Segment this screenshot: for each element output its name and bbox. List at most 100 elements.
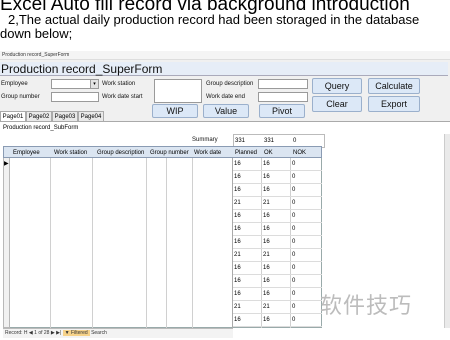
table-row[interactable]: 21 21 0	[233, 249, 322, 262]
table-row[interactable]: 16 16 0	[233, 314, 322, 327]
cell-planned: 16	[234, 317, 241, 323]
work-date-start-label: Work date start	[102, 94, 143, 100]
summary-label: Summary	[192, 137, 218, 143]
tab-page02[interactable]: Page02	[26, 111, 52, 121]
grid-divider	[50, 158, 51, 328]
cell-ok: 21	[263, 304, 270, 310]
cell-planned: 16	[234, 291, 241, 297]
employee-label: Employee	[1, 81, 28, 87]
cell-planned: 16	[234, 187, 241, 193]
group-number-label: Group number	[1, 94, 40, 100]
column-work-station: Work station	[54, 150, 88, 156]
filter-icon: ▼	[64, 330, 70, 336]
cell-nok: 0	[292, 304, 296, 310]
grid-divider	[92, 158, 93, 328]
cell-ok: 16	[263, 213, 270, 219]
vertical-scrollbar[interactable]	[444, 134, 450, 328]
cell-ok: 16	[263, 239, 270, 245]
cell-nok: 0	[292, 213, 296, 219]
table-row[interactable]: 16 16 0	[233, 275, 322, 288]
export-button[interactable]: Export	[368, 96, 420, 112]
grid-divider	[146, 158, 147, 328]
column-ok: OK	[264, 150, 273, 156]
chevron-down-icon[interactable]: ▾	[90, 80, 98, 88]
table-row[interactable]: 16 16 0	[233, 171, 322, 184]
work-date-end-field[interactable]	[258, 92, 308, 102]
cell-planned: 16	[234, 161, 241, 167]
current-record-arrow-icon: ▶	[4, 161, 9, 167]
cell-ok: 16	[263, 226, 270, 232]
cell-nok: 0	[292, 317, 296, 323]
column-employee: Employee	[13, 150, 40, 156]
cell-nok: 0	[292, 187, 296, 193]
calculate-button[interactable]: Calculate	[368, 78, 420, 94]
cell-ok: 16	[263, 317, 270, 323]
column-group-description: Group description	[97, 150, 145, 156]
cell-nok: 0	[292, 226, 296, 232]
search-box[interactable]: Search	[91, 330, 107, 336]
table-row[interactable]: 21 21 0	[233, 301, 322, 314]
column-group-number: Group number	[150, 150, 189, 156]
slide-subtitle: 2,The actual daily production record had…	[0, 13, 450, 41]
nav-prev-icon[interactable]: ◀	[29, 330, 33, 336]
subform-label: Production record_SubForm	[3, 125, 79, 131]
cell-nok: 0	[292, 252, 296, 258]
record-position[interactable]: 1 of 28	[34, 330, 49, 336]
tab-page01[interactable]: Page01	[0, 111, 26, 121]
table-row[interactable]: 21 21 0	[233, 197, 322, 210]
cell-ok: 21	[263, 200, 270, 206]
tab-page04[interactable]: Page04	[78, 111, 104, 121]
pivot-button[interactable]: Pivot	[259, 104, 305, 118]
cell-ok: 16	[263, 265, 270, 271]
cell-planned: 21	[234, 252, 241, 258]
query-button[interactable]: Query	[312, 78, 362, 94]
table-row[interactable]: 16 16 0	[233, 262, 322, 275]
group-description-field[interactable]	[258, 79, 308, 89]
clear-button[interactable]: Clear	[312, 96, 362, 112]
work-station-field[interactable]	[154, 79, 202, 103]
wip-button[interactable]: WIP	[152, 104, 198, 118]
table-row[interactable]: 16 16 0	[233, 184, 322, 197]
slide-subtitle-line2: down below;	[0, 26, 73, 41]
column-work-date: Work date	[194, 150, 222, 156]
grid-divider	[192, 158, 193, 328]
cell-ok: 16	[263, 278, 270, 284]
cell-planned: 16	[234, 213, 241, 219]
record-label: Record: H	[5, 330, 28, 336]
cell-nok: 0	[292, 200, 296, 206]
nav-last-icon[interactable]: ▶|	[56, 330, 61, 336]
tab-page03[interactable]: Page03	[52, 111, 78, 121]
cell-nok: 0	[292, 291, 296, 297]
summary-planned: 331	[235, 138, 246, 144]
column-planned: Planned	[235, 150, 258, 156]
cell-ok: 16	[263, 187, 270, 193]
table-row[interactable]: 16 16 0	[233, 223, 322, 236]
table-row[interactable]: 16 16 0	[233, 288, 322, 301]
cell-nok: 0	[292, 174, 296, 180]
table-row[interactable]: 16 16 0	[233, 158, 322, 171]
column-nok: NOK	[293, 150, 307, 156]
cell-ok: 16	[263, 174, 270, 180]
cell-planned: 21	[234, 200, 241, 206]
cell-nok: 0	[292, 278, 296, 284]
nav-next-icon[interactable]: ▶	[51, 330, 55, 336]
stat-rows: 16 16 0 16 16 0 16 16 0 21 21 0 16 16 0 16 16 0 16 16 0 21 21 0…	[233, 158, 322, 328]
cell-nok: 0	[292, 239, 296, 245]
cell-planned: 16	[234, 174, 241, 180]
window-title: Production record_SuperForm	[0, 51, 450, 60]
row-selector-column[interactable]	[3, 158, 10, 328]
table-row[interactable]: 16 16 0	[233, 236, 322, 249]
table-row[interactable]: 16 16 0	[233, 210, 322, 223]
work-station-label: Work station	[102, 81, 136, 87]
cell-ok: 16	[263, 161, 270, 167]
cell-planned: 16	[234, 239, 241, 245]
summary-nok: 0	[293, 138, 297, 144]
group-number-field[interactable]	[51, 92, 99, 102]
filter-indicator[interactable]: ▼ Filtered	[62, 330, 90, 336]
filter-label: Filtered	[70, 330, 88, 336]
cell-nok: 0	[292, 265, 296, 271]
employee-combo[interactable]: ▾	[51, 79, 99, 89]
value-button[interactable]: Value	[203, 104, 249, 118]
cell-nok: 0	[292, 161, 296, 167]
record-navigation: Record: H ◀ 1 of 28 ▶ ▶| ▼ Filtered Sear…	[3, 328, 233, 338]
